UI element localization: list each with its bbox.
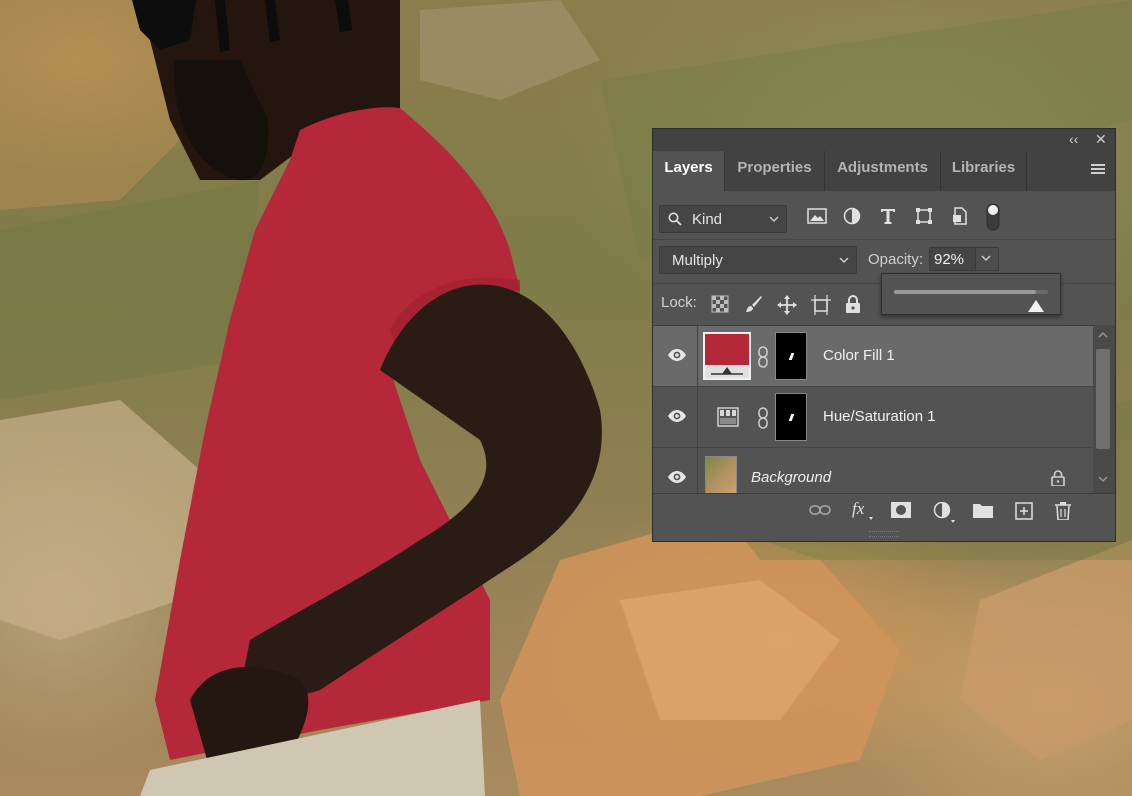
filter-toggle-icon[interactable] bbox=[986, 203, 1000, 231]
opacity-slider-popup bbox=[881, 273, 1061, 315]
adjustment-filter-icon[interactable] bbox=[843, 207, 861, 225]
image-filter-icon[interactable] bbox=[807, 207, 827, 225]
fill-swatch-icon bbox=[705, 334, 749, 378]
layer-mask-thumbnail[interactable] bbox=[775, 393, 807, 441]
panel-footer: fx bbox=[653, 493, 1115, 528]
opacity-field[interactable]: 92% bbox=[929, 247, 999, 271]
kind-filter-dropdown[interactable]: Kind bbox=[659, 205, 787, 233]
opacity-value[interactable]: 92% bbox=[934, 251, 964, 268]
visibility-eye-icon[interactable] bbox=[667, 409, 687, 423]
new-group-icon[interactable] bbox=[973, 502, 993, 518]
kind-label: Kind bbox=[692, 211, 723, 228]
color-fill-thumbnail[interactable] bbox=[703, 332, 751, 380]
panel-menu-icon[interactable] bbox=[1091, 164, 1105, 176]
chevron-down-icon bbox=[981, 255, 991, 261]
chevron-down-icon bbox=[769, 216, 779, 222]
visibility-eye-icon[interactable] bbox=[667, 348, 687, 362]
layers-scrollbar[interactable] bbox=[1093, 325, 1115, 493]
row-divider bbox=[697, 448, 698, 494]
layer-row-color-fill-1[interactable]: Color Fill 1 bbox=[653, 326, 1093, 387]
lock-artboard-icon[interactable] bbox=[811, 295, 831, 315]
opacity-slider-track[interactable] bbox=[894, 290, 1048, 312]
background-thumbnail[interactable] bbox=[705, 456, 737, 494]
tab-layers[interactable]: Layers bbox=[653, 151, 725, 191]
opacity-slider-fill bbox=[894, 290, 1036, 294]
panel-titlebar[interactable]: ‹‹ ✕ bbox=[653, 129, 1115, 152]
scrollbar-thumb[interactable] bbox=[1096, 349, 1110, 449]
row-divider bbox=[697, 326, 698, 386]
scroll-down-icon[interactable] bbox=[1098, 475, 1108, 483]
scroll-up-icon[interactable] bbox=[1098, 331, 1108, 339]
tab-libraries[interactable]: Libraries bbox=[941, 151, 1027, 191]
opacity-slider-thumb[interactable] bbox=[1028, 300, 1044, 312]
new-adjustment-layer-icon[interactable] bbox=[933, 502, 957, 524]
close-icon[interactable]: ✕ bbox=[1095, 131, 1107, 148]
smart-object-filter-icon[interactable] bbox=[951, 207, 969, 225]
layers-list: Color Fill 1 Hue/Saturation 1 Background bbox=[653, 325, 1093, 494]
tab-properties[interactable]: Properties bbox=[725, 151, 825, 191]
double-chevron-left-icon[interactable]: ‹‹ bbox=[1069, 131, 1078, 147]
chevron-down-icon bbox=[839, 257, 849, 263]
lock-image-pixels-icon[interactable] bbox=[745, 295, 763, 313]
search-icon bbox=[668, 212, 682, 226]
link-chain-icon[interactable] bbox=[757, 407, 769, 429]
layer-name[interactable]: Color Fill 1 bbox=[823, 347, 895, 364]
svg-text:fx: fx bbox=[852, 499, 865, 518]
layers-panel: ‹‹ ✕ Layers Properties Adjustments Libra… bbox=[652, 128, 1116, 542]
shape-filter-icon[interactable] bbox=[915, 207, 933, 225]
link-layers-icon[interactable] bbox=[809, 502, 831, 518]
lock-position-icon[interactable] bbox=[777, 295, 797, 315]
visibility-eye-icon[interactable] bbox=[667, 470, 687, 484]
link-chain-icon[interactable] bbox=[757, 346, 769, 368]
tab-adjustments[interactable]: Adjustments bbox=[825, 151, 941, 191]
fx-icon[interactable]: fx bbox=[851, 499, 875, 521]
add-mask-icon[interactable] bbox=[891, 502, 911, 518]
panel-resize-grip[interactable] bbox=[869, 531, 899, 537]
hue-saturation-adjustment-icon[interactable] bbox=[717, 407, 739, 427]
opacity-label: Opacity: bbox=[868, 251, 924, 268]
row-divider bbox=[697, 387, 698, 447]
new-layer-icon[interactable] bbox=[1015, 502, 1033, 520]
blend-mode-dropdown[interactable]: Multiply bbox=[659, 246, 857, 274]
layer-row-hue-saturation-1[interactable]: Hue/Saturation 1 bbox=[653, 387, 1093, 448]
layer-row-background[interactable]: Background bbox=[653, 448, 1093, 494]
layer-name[interactable]: Background bbox=[751, 469, 831, 486]
opacity-dropdown-button[interactable] bbox=[975, 248, 998, 270]
layer-lock-icon bbox=[1051, 470, 1065, 486]
panel-tabs: Layers Properties Adjustments Libraries bbox=[653, 151, 1115, 191]
blend-mode-label: Multiply bbox=[672, 252, 723, 269]
lock-label: Lock: bbox=[661, 294, 697, 311]
filter-row: Kind bbox=[653, 199, 1115, 240]
layer-mask-thumbnail[interactable] bbox=[775, 332, 807, 380]
layer-name[interactable]: Hue/Saturation 1 bbox=[823, 408, 936, 425]
lock-all-icon[interactable] bbox=[845, 295, 861, 313]
lock-transparent-pixels-icon[interactable] bbox=[711, 295, 729, 313]
type-filter-icon[interactable] bbox=[879, 207, 897, 225]
delete-icon[interactable] bbox=[1055, 502, 1071, 520]
